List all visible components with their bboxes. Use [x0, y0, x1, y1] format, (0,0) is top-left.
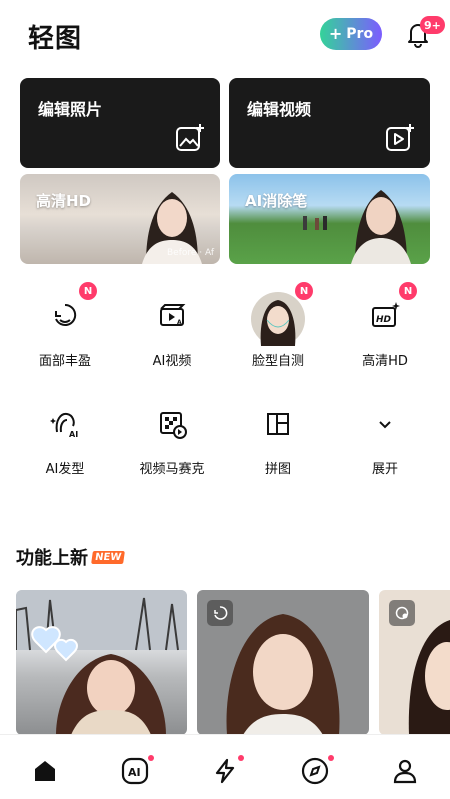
hd-card-title: 高清HD	[36, 192, 92, 210]
tool-expand[interactable]: 展开	[340, 400, 430, 477]
winter-portrait-image	[16, 590, 187, 735]
tool-label: 视频马赛克	[139, 462, 205, 477]
video-plus-icon	[384, 122, 416, 154]
face-contour-icon: N	[41, 282, 97, 340]
tool-label: 高清HD	[362, 354, 408, 369]
feed-card[interactable]	[197, 590, 369, 735]
new-badge: N	[79, 282, 97, 300]
tool-label: 拼图	[264, 462, 291, 477]
tool-ai-hair[interactable]: AI AI发型	[20, 400, 110, 477]
tool-ai-video[interactable]: AI AI视频	[127, 292, 217, 369]
pro-button[interactable]: + Pro	[320, 18, 382, 50]
edit-video-title: 编辑视频	[247, 100, 312, 119]
face-contour-icon	[207, 600, 233, 626]
tool-collage[interactable]: 拼图	[233, 400, 323, 477]
background-people	[303, 216, 327, 230]
notification-dot	[148, 755, 154, 761]
lightning-icon[interactable]	[209, 755, 241, 787]
edit-photo-title: 编辑照片	[38, 100, 103, 119]
tool-label: AI发型	[45, 462, 85, 477]
new-badge: N	[399, 282, 417, 300]
notification-badge: 9+	[420, 16, 445, 34]
pro-label: Pro	[346, 26, 374, 42]
tool-face-shape-test[interactable]: N 脸型自测	[233, 282, 323, 369]
tool-label: 面部丰盈	[38, 354, 91, 369]
svg-text:HD: HD	[376, 315, 392, 325]
new-badge: N	[295, 282, 313, 300]
hd-card[interactable]: 高清HD Before · Af	[20, 174, 220, 264]
image-plus-icon	[174, 122, 206, 154]
feed-card[interactable]	[16, 590, 187, 735]
ai-hair-icon: AI	[41, 400, 89, 448]
ai-icon[interactable]: AI	[119, 755, 151, 787]
portrait-image	[351, 190, 411, 264]
bottom-tab-bar: AI	[0, 734, 450, 799]
hd-sparkle-icon: HD N	[361, 282, 417, 340]
mosaic-video-icon	[148, 400, 196, 448]
profile-icon[interactable]	[389, 755, 421, 787]
edit-photo-card[interactable]: 编辑照片	[20, 78, 220, 168]
new-tag: NEW	[91, 550, 126, 564]
svg-text:AI: AI	[177, 319, 184, 326]
app-logo: 轻图	[28, 24, 83, 54]
tool-label: 脸型自测	[251, 354, 304, 369]
notification-dot	[328, 755, 334, 761]
tool-label: 展开	[371, 462, 398, 477]
ai-eraser-title: AI消除笔	[245, 192, 308, 210]
ai-eraser-card[interactable]: AI消除笔	[229, 174, 430, 264]
svg-text:AI: AI	[69, 430, 78, 439]
collage-icon	[254, 400, 302, 448]
plus-icon: +	[328, 24, 343, 43]
face-avatar-icon: N	[251, 282, 313, 346]
edit-video-card[interactable]: 编辑视频	[229, 78, 430, 168]
new-features-heading: 功能上新 NEW	[16, 544, 126, 570]
face-scan-icon	[389, 600, 415, 626]
tool-hd[interactable]: HD N 高清HD	[340, 282, 430, 369]
tool-label: AI视频	[152, 354, 192, 369]
tool-video-mosaic[interactable]: 视频马赛克	[127, 400, 217, 477]
feed-card[interactable]	[379, 590, 450, 735]
ai-video-icon: AI	[148, 292, 196, 340]
section-title: 功能上新	[16, 548, 88, 569]
compass-icon[interactable]	[299, 755, 331, 787]
home-icon[interactable]	[29, 755, 61, 787]
tool-face-fill[interactable]: N 面部丰盈	[20, 282, 110, 369]
header: 轻图 + Pro 9+	[0, 0, 450, 70]
notification-dot	[238, 755, 244, 761]
svg-text:AI: AI	[128, 766, 141, 779]
chevron-down-icon	[361, 400, 409, 448]
before-after-caption: Before · Af	[166, 248, 214, 258]
